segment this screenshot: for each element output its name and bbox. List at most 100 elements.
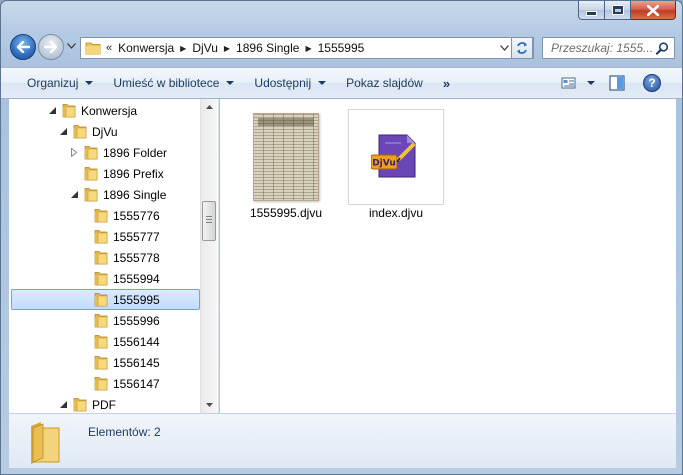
breadcrumb-separator-icon[interactable]: ▶	[180, 44, 186, 53]
folder-icon	[73, 398, 87, 412]
tree-item-konwersja[interactable]: Konwersja	[9, 100, 137, 121]
search-icon[interactable]	[656, 42, 669, 55]
tree-item-1896-prefix[interactable]: 1896 Prefix	[9, 163, 164, 184]
chevron-down-icon	[226, 81, 235, 85]
tree-item-label: 1896 Single	[103, 187, 167, 202]
minimize-button[interactable]	[578, 1, 605, 20]
scroll-down-button[interactable]	[201, 397, 217, 413]
maximize-icon	[612, 6, 623, 14]
breadcrumb-konwersja[interactable]: Konwersja ▶	[118, 41, 186, 55]
breadcrumb-djvu[interactable]: DjVu ▶	[192, 41, 230, 55]
preview-pane-icon[interactable]	[609, 75, 625, 91]
more-label: »	[442, 75, 450, 91]
tree-expanded-arrow-icon[interactable]	[58, 400, 68, 410]
tree-item-1555778[interactable]: 1555778	[9, 247, 160, 268]
breadcrumb-label: 1555995	[317, 41, 365, 55]
scroll-down-arrow-icon	[205, 403, 213, 407]
file-item-index-djvu[interactable]: DjVu index.djvu	[348, 109, 444, 220]
breadcrumb-1896-single[interactable]: 1896 Single ▶	[236, 41, 312, 55]
help-button[interactable]: ?	[643, 74, 661, 92]
tree-item-label: 1896 Folder	[103, 145, 168, 160]
tree-item-label: 1555995	[113, 292, 160, 307]
command-bar: Organizuj Umieść w bibliotece Udostępnij…	[1, 67, 682, 99]
change-view-button[interactable]	[561, 76, 595, 90]
tree-expanded-arrow-icon[interactable]	[58, 127, 68, 137]
tree-item-1555777[interactable]: 1555777	[9, 226, 160, 247]
include-in-library-button[interactable]: Umieść w bibliotece	[103, 68, 244, 98]
caption-buttons	[578, 1, 676, 20]
share-label: Udostępnij	[254, 76, 312, 90]
search-input[interactable]: Przeszukaj: 1555...	[542, 37, 675, 59]
tree-item-1555776[interactable]: 1555776	[9, 205, 160, 226]
tree-item-1555995[interactable]: 1555995	[11, 289, 200, 310]
tree-item-1555996[interactable]: 1555996	[9, 310, 160, 331]
file-item-1555995-djvu[interactable]: 1555995.djvu	[238, 109, 334, 220]
newspaper-thumbnail-icon	[253, 113, 319, 201]
scrollbar-thumb[interactable]	[202, 201, 216, 241]
tree-item-1556145[interactable]: 1556145	[9, 352, 160, 373]
scroll-up-button[interactable]	[201, 99, 217, 115]
tree-item-label: 1556145	[113, 355, 160, 370]
close-button[interactable]	[631, 1, 676, 20]
recent-pages-dropdown[interactable]	[67, 43, 76, 49]
folder-icon	[94, 377, 108, 391]
tree-item-1556147[interactable]: 1556147	[9, 373, 160, 394]
folder-icon	[94, 230, 108, 244]
tree-expanded-arrow-icon[interactable]	[69, 190, 79, 200]
tree-item-label: PDF	[92, 397, 116, 412]
item-count: Elementów: 2	[88, 425, 161, 439]
details-pane: Elementów: 2	[9, 413, 676, 468]
tree-item-label: 1555996	[113, 313, 160, 328]
folder-icon	[73, 125, 87, 139]
tree-item-label: 1556147	[113, 376, 160, 391]
share-button[interactable]: Udostępnij	[244, 68, 336, 98]
tree-item-1896-folder[interactable]: 1896 Folder	[9, 142, 167, 163]
chevron-down-icon[interactable]	[587, 81, 595, 85]
chevron-down-icon	[318, 81, 327, 85]
explorer-window: « Konwersja ▶ DjVu ▶ 1896 Single ▶ 1555995 …	[0, 0, 683, 475]
tree-item-label: Konwersja	[81, 103, 138, 118]
forward-button[interactable]	[38, 34, 64, 60]
tree-item-1555994[interactable]: 1555994	[9, 268, 160, 289]
tree-collapsed-arrow-icon[interactable]	[69, 148, 79, 158]
tree-item-label: 1555778	[113, 250, 160, 265]
breadcrumb-separator-icon[interactable]: ▶	[305, 44, 311, 53]
folder-icon	[94, 314, 108, 328]
folder-icon	[94, 251, 108, 265]
address-history-dropdown-icon[interactable]	[500, 45, 509, 51]
tree-item-label: 1555777	[113, 229, 160, 244]
more-commands-button[interactable]: »	[433, 68, 459, 98]
back-button[interactable]	[10, 34, 36, 60]
address-bar[interactable]: « Konwersja ▶ DjVu ▶ 1896 Single ▶ 1555995	[80, 37, 534, 59]
folder-icon	[84, 188, 98, 202]
tree-item-1556144[interactable]: 1556144	[9, 331, 160, 352]
tree-item-djvu[interactable]: DjVu	[9, 121, 118, 142]
library-label: Umieść w bibliotece	[113, 76, 220, 90]
refresh-button[interactable]	[511, 37, 533, 59]
folder-icon	[94, 272, 108, 286]
navigation-scrollbar[interactable]	[200, 99, 217, 413]
folder-icon	[31, 422, 60, 464]
tree-item-1896-single[interactable]: 1896 Single	[9, 184, 166, 205]
organize-menu-button[interactable]: Organizuj	[17, 68, 103, 98]
file-name: index.djvu	[368, 206, 424, 220]
folder-icon	[84, 146, 98, 160]
maximize-button[interactable]	[605, 1, 631, 20]
breadcrumb-overflow[interactable]: «	[106, 42, 112, 54]
slideshow-button[interactable]: Pokaz slajdów	[336, 68, 433, 98]
tree-expanded-arrow-icon[interactable]	[47, 106, 57, 116]
refresh-icon	[517, 42, 527, 54]
file-thumbnail: DjVu	[348, 109, 444, 205]
tree-item-label: 1896 Prefix	[103, 166, 164, 181]
tree-item-pdf[interactable]: PDF	[9, 394, 116, 415]
breadcrumb-separator-icon[interactable]: ▶	[224, 44, 230, 53]
tree-item-label: 1555994	[113, 271, 160, 286]
breadcrumb-current[interactable]: 1555995	[318, 41, 365, 55]
